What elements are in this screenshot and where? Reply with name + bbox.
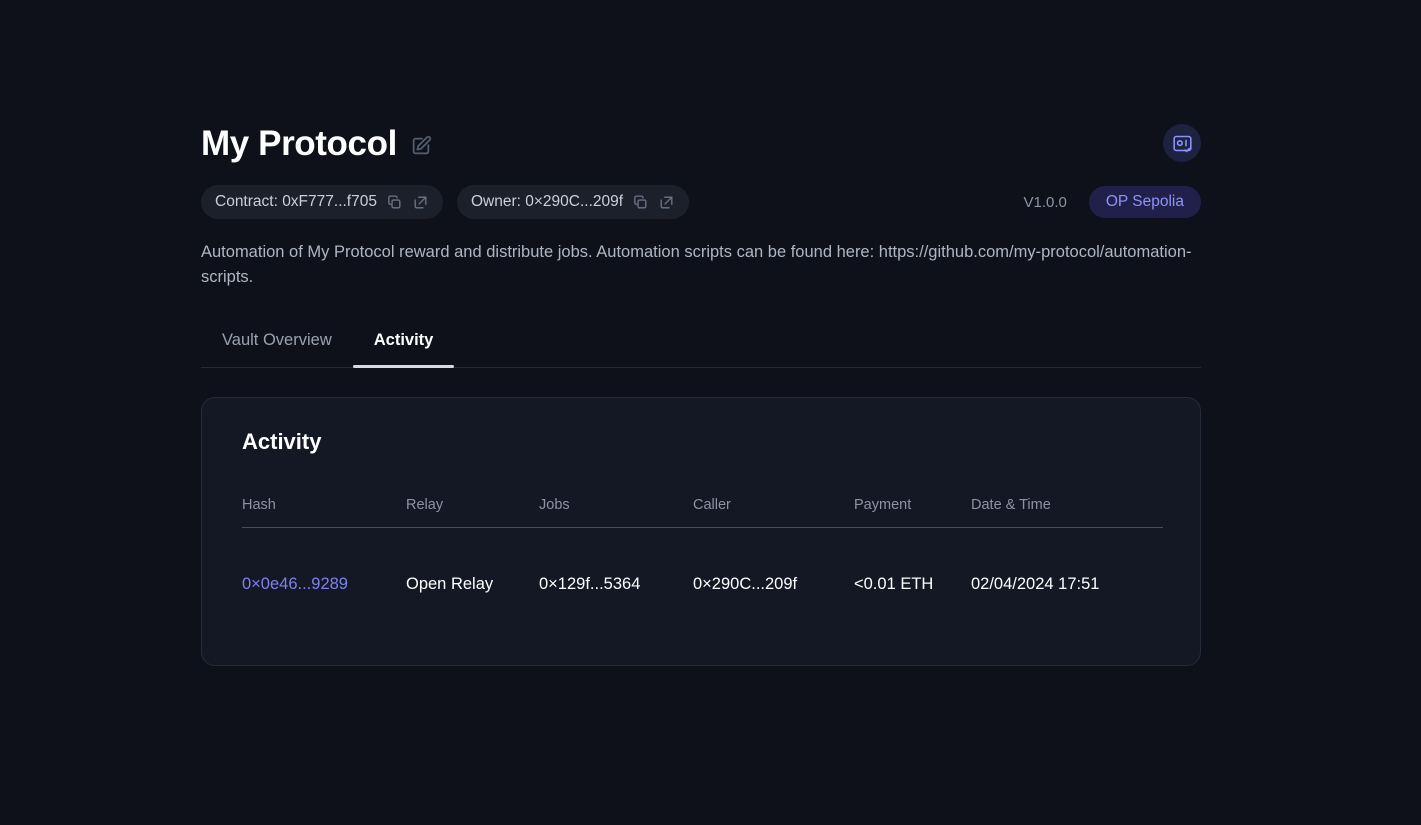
tab-vault-overview[interactable]: Vault Overview: [201, 331, 353, 367]
activity-table-body: 0×0e46...9289 Open Relay 0×129f...5364 0…: [242, 528, 1163, 595]
protocol-description: Automation of My Protocol reward and dis…: [201, 243, 1192, 286]
owner-chip[interactable]: Owner: 0×290C...209f: [456, 185, 690, 219]
page-title: My Protocol: [201, 123, 397, 163]
title-group: My Protocol: [201, 126, 433, 161]
network-badge: OP Sepolia: [1088, 186, 1201, 218]
version-label: V1.0.0: [1023, 193, 1067, 211]
column-header-hash: Hash: [242, 497, 406, 528]
header-title-row: My Protocol: [201, 118, 1201, 168]
contract-chip-label: Contract: 0xF777...f705: [215, 193, 377, 210]
meta-right-group: V1.0.0 OP Sepolia: [1023, 186, 1201, 218]
tab-bar: Vault Overview Activity: [201, 312, 1201, 368]
activity-table: Hash Relay Jobs Caller Payment Date & Ti…: [242, 497, 1163, 594]
activity-card: Activity Hash Relay Jobs Caller Payment …: [201, 397, 1201, 666]
external-link-icon[interactable]: [658, 194, 675, 211]
contract-chip[interactable]: Contract: 0xF777...f705: [201, 185, 443, 219]
cell-datetime: 02/04/2024 17:51: [971, 575, 1100, 593]
activity-card-title: Activity: [242, 429, 322, 454]
external-link-icon[interactable]: [412, 194, 429, 211]
cell-caller: 0×290C...209f: [693, 575, 798, 593]
column-header-relay: Relay: [406, 497, 539, 528]
column-header-date: Date & Time: [971, 497, 1163, 528]
activity-table-head: Hash Relay Jobs Caller Payment Date & Ti…: [242, 497, 1163, 528]
cell-hash: 0×0e46...9289: [242, 528, 406, 595]
page-root: My Protocol Contract: 0xF777...f705 Owne…: [0, 0, 1421, 825]
hash-link[interactable]: 0×0e46...9289: [242, 575, 348, 593]
owner-chip-label: Owner: 0×290C...209f: [470, 193, 624, 210]
column-header-payment: Payment: [854, 497, 971, 528]
page-content: My Protocol Contract: 0xF777...f705 Owne…: [201, 118, 1201, 666]
tab-activity[interactable]: Activity: [352, 331, 455, 368]
table-row: 0×0e46...9289 Open Relay 0×129f...5364 0…: [242, 528, 1163, 595]
copy-icon[interactable]: [632, 194, 649, 211]
contract-chip-actions: [386, 194, 429, 211]
column-header-jobs: Jobs: [539, 497, 693, 528]
vault-check-icon[interactable]: [1163, 124, 1201, 162]
cell-jobs: 0×129f...5364: [539, 575, 641, 593]
cell-relay: Open Relay: [406, 575, 494, 593]
copy-icon[interactable]: [386, 194, 403, 211]
meta-row: Contract: 0xF777...f705 Owner: 0×290C...…: [201, 185, 1201, 219]
owner-chip-actions: [632, 194, 675, 211]
table-header-row: Hash Relay Jobs Caller Payment Date & Ti…: [242, 497, 1163, 528]
column-header-caller: Caller: [693, 497, 854, 528]
edit-pencil-square-icon[interactable]: [409, 134, 433, 158]
cell-payment: <0.01 ETH: [854, 575, 934, 593]
